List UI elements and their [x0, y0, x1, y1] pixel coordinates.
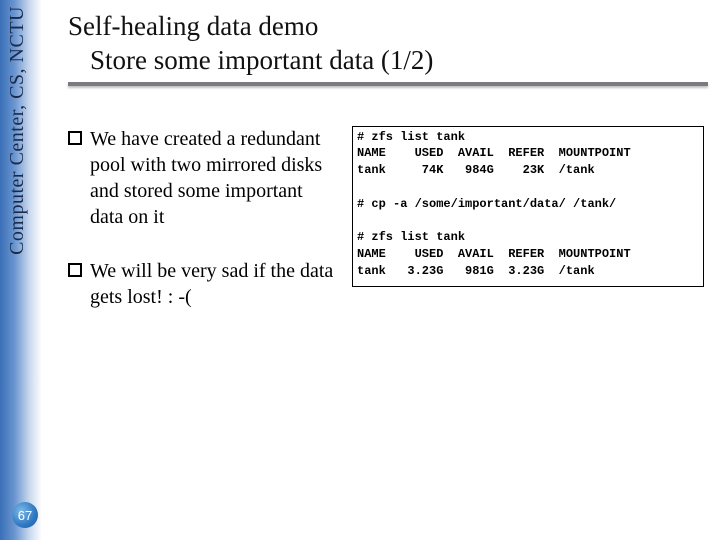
bullet-text: We will be very sad if the data gets los…	[90, 258, 338, 310]
terminal-line: # zfs list tank	[357, 130, 465, 144]
terminal-line: tank 74K 984G 23K /tank	[357, 163, 595, 177]
slide-title-line2: Store some important data (1/2)	[68, 44, 708, 78]
slide-title: Self-healing data demo Store some import…	[68, 10, 708, 78]
bullet-list: We have created a redundant pool with tw…	[68, 126, 338, 338]
terminal-output-box: # zfs list tank NAME USED AVAIL REFER MO…	[352, 126, 704, 287]
slide-title-line1: Self-healing data demo	[68, 11, 318, 41]
bullet-item: We will be very sad if the data gets los…	[68, 258, 338, 310]
bullet-item: We have created a redundant pool with tw…	[68, 126, 338, 230]
sidebar-org-label: Computer Center, CS, NCTU	[6, 6, 29, 255]
terminal-line: NAME USED AVAIL REFER MOUNTPOINT	[357, 146, 631, 160]
terminal-line: # cp -a /some/important/data/ /tank/	[357, 197, 616, 211]
bullet-text: We have created a redundant pool with tw…	[90, 126, 338, 230]
slide-body-row: We have created a redundant pool with tw…	[68, 126, 708, 338]
terminal-line: NAME USED AVAIL REFER MOUNTPOINT	[357, 247, 631, 261]
slide-number-text: 67	[18, 508, 32, 523]
title-underline	[68, 82, 708, 86]
slide-content: Self-healing data demo Store some import…	[68, 10, 708, 528]
sidebar-gradient: Computer Center, CS, NCTU	[0, 0, 42, 540]
slide-number-badge: 67	[12, 502, 38, 528]
terminal-line: # zfs list tank	[357, 230, 465, 244]
square-bullet-icon	[68, 131, 82, 145]
square-bullet-icon	[68, 263, 82, 277]
terminal-line: tank 3.23G 981G 3.23G /tank	[357, 264, 595, 278]
